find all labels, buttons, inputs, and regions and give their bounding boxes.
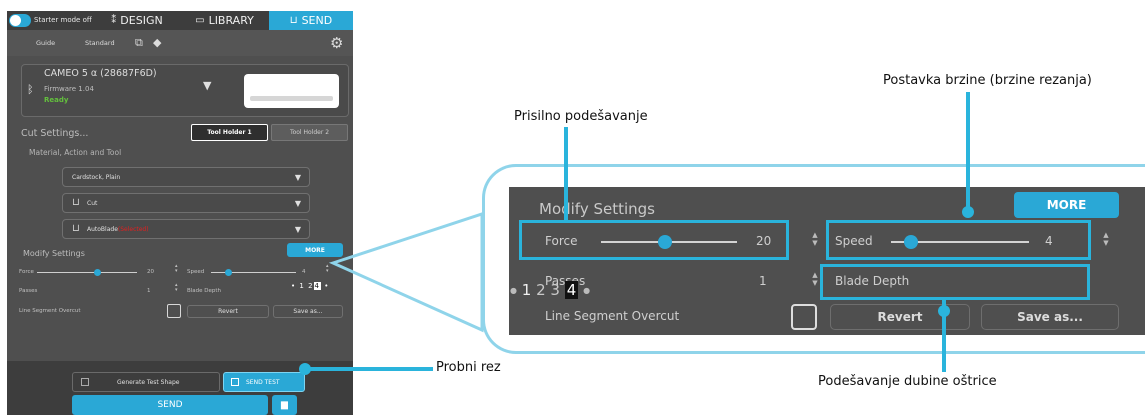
- zoom-connector-shape: [328, 211, 484, 333]
- speed-callout-label: Postavka brzine (brzine rezanja): [883, 73, 1092, 88]
- line-segment-overcut-label: Line Segment Overcut: [545, 309, 680, 323]
- blade-depth-callout-dot: [938, 305, 950, 317]
- blade-depth-callout-label: Podešavanje dubine oštrice: [818, 374, 997, 389]
- passes-value: 1: [759, 274, 767, 288]
- test-cut-callout-dot: [299, 363, 311, 375]
- save-as-button[interactable]: Save as...: [981, 304, 1119, 330]
- blade-digit: 2: [536, 281, 546, 299]
- blade-depth-selector[interactable]: ● 1 2 3 4 ●: [510, 281, 590, 299]
- blade-depth-increase[interactable]: ●: [583, 286, 590, 295]
- force-highlight-box: [519, 220, 789, 260]
- speed-highlight-box: [826, 220, 1091, 260]
- line-segment-overcut-checkbox[interactable]: [791, 304, 817, 330]
- modify-settings-zoom: Modify Settings MORE Force 20 ▲ ▼ Speed 4…: [509, 187, 1145, 335]
- speed-stepper[interactable]: ▲ ▼: [1102, 231, 1110, 247]
- force-stepper[interactable]: ▲ ▼: [811, 231, 819, 247]
- speed-callout-line: [966, 92, 970, 210]
- modify-settings-title: Modify Settings: [539, 200, 655, 218]
- force-callout-line: [564, 127, 568, 223]
- test-cut-callout-line: [305, 367, 433, 371]
- blade-depth-decrease[interactable]: ●: [510, 286, 517, 295]
- more-button[interactable]: MORE: [1014, 192, 1119, 218]
- blade-digit: 1: [521, 281, 532, 299]
- blade-digit-selected: 4: [564, 281, 579, 299]
- speed-callout-dot: [962, 206, 974, 218]
- blade-digit: 3: [550, 281, 560, 299]
- screenshot-root: Starter mode off ⁑ DESIGN ▭ LIBRARY ⊔ SE…: [0, 0, 1145, 415]
- passes-stepper[interactable]: ▲ ▼: [811, 271, 819, 287]
- test-cut-callout-label: Probni rez: [436, 360, 501, 375]
- blade-depth-highlight-box: [820, 264, 1090, 300]
- force-callout-label: Prisilno podešavanje: [514, 109, 648, 124]
